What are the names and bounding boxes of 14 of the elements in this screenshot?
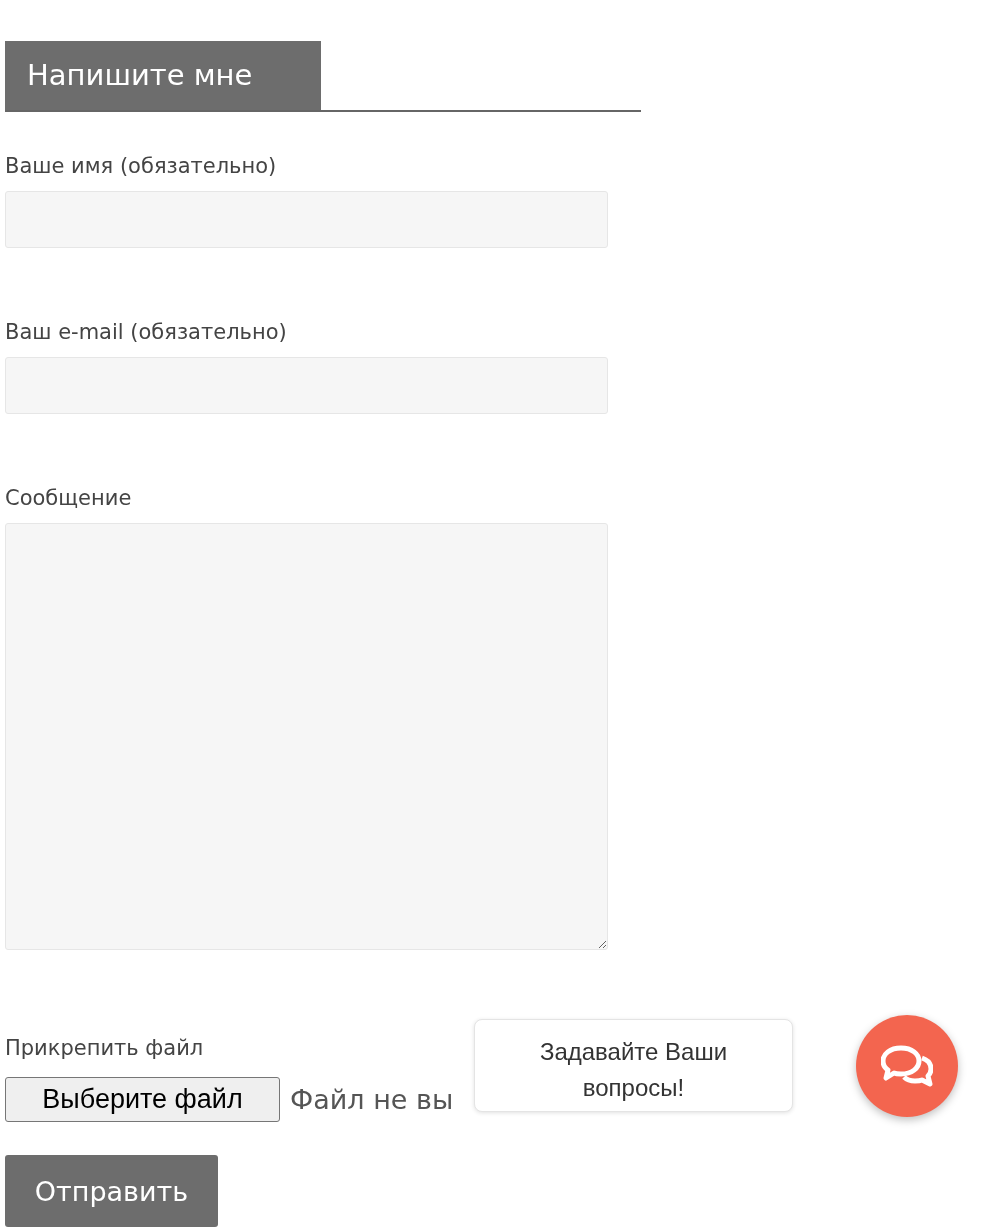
- field-label: Прикрепить файл: [5, 1035, 204, 1062]
- section-heading: Напишите мне: [5, 41, 321, 110]
- choose-file-button[interactable]: Выберите файл: [5, 1077, 280, 1122]
- input-field[interactable]: [5, 357, 608, 414]
- message-field[interactable]: [5, 523, 608, 950]
- chat-tooltip: Задавайте Ваши вопросы!: [474, 1019, 793, 1112]
- field-label: Ваш e-mail (обязательно): [5, 319, 287, 346]
- field-label: Ваше имя (обязательно): [5, 153, 277, 180]
- submit-button[interactable]: Отправить: [5, 1155, 218, 1227]
- input-field[interactable]: [5, 191, 608, 248]
- chat-icon: [881, 1044, 933, 1088]
- field-label: Сообщение: [5, 485, 132, 512]
- chat-button[interactable]: [856, 1015, 958, 1117]
- file-status: Файл не вы: [290, 1084, 454, 1115]
